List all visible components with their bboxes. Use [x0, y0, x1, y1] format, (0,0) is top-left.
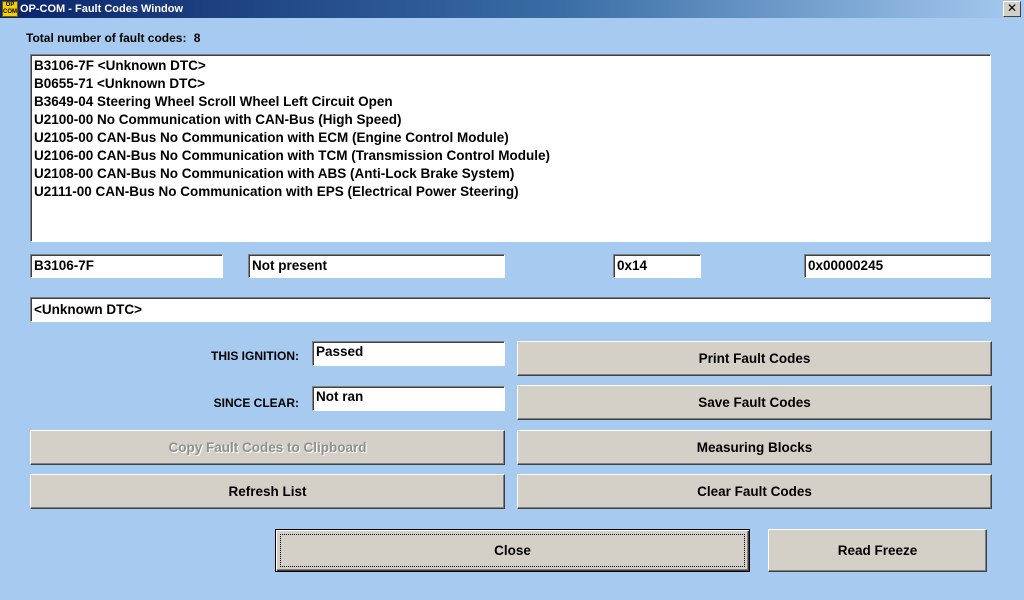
close-button[interactable]: Close — [275, 529, 750, 572]
total-fault-codes: Total number of fault codes: 8 — [26, 31, 200, 45]
list-item[interactable]: U2106-00 CAN-Bus No Communication with T… — [34, 147, 987, 165]
clear-fault-codes-button[interactable]: Clear Fault Codes — [517, 474, 992, 509]
this-ignition-label: THIS IGNITION: — [211, 349, 299, 363]
focus-ring — [280, 534, 745, 567]
description-field[interactable]: <Unknown DTC> — [30, 297, 991, 322]
print-fault-codes-label: Print Fault Codes — [698, 351, 811, 366]
this-ignition-field[interactable]: Passed — [312, 341, 505, 366]
list-item[interactable]: B0655-71 <Unknown DTC> — [34, 75, 987, 93]
hex-value-field[interactable]: 0x00000245 — [804, 254, 991, 278]
window-close-button[interactable]: ✕ — [1003, 1, 1021, 17]
status-field[interactable]: Not present — [248, 254, 505, 278]
total-fault-codes-count: 8 — [193, 31, 201, 45]
total-fault-codes-label: Total number of fault codes: — [26, 31, 187, 45]
list-item[interactable]: U2108-00 CAN-Bus No Communication with A… — [34, 165, 987, 183]
since-clear-label: SINCE CLEAR: — [213, 396, 299, 410]
since-clear-field[interactable]: Not ran — [312, 386, 505, 411]
measuring-blocks-button[interactable]: Measuring Blocks — [517, 430, 992, 465]
close-icon: ✕ — [1006, 1, 1018, 15]
print-fault-codes-button[interactable]: Print Fault Codes — [517, 341, 992, 376]
list-item[interactable]: B3106-7F <Unknown DTC> — [34, 57, 987, 75]
read-freeze-button[interactable]: Read Freeze — [768, 529, 987, 572]
refresh-list-label: Refresh List — [228, 484, 307, 499]
list-item[interactable]: U2100-00 No Communication with CAN-Bus (… — [34, 111, 987, 129]
clear-fault-codes-label: Clear Fault Codes — [697, 484, 812, 499]
window-title: OP-COM - Fault Codes Window — [20, 3, 184, 15]
fault-codes-list[interactable]: B3106-7F <Unknown DTC> B0655-71 <Unknown… — [30, 54, 991, 242]
save-fault-codes-button[interactable]: Save Fault Codes — [517, 385, 992, 420]
measuring-blocks-label: Measuring Blocks — [696, 440, 813, 455]
copy-to-clipboard-label: Copy Fault Codes to Clipboard — [168, 440, 367, 455]
byte-value-field[interactable]: 0x14 — [613, 254, 701, 278]
save-fault-codes-label: Save Fault Codes — [698, 395, 811, 410]
list-item[interactable]: U2105-00 CAN-Bus No Communication with E… — [34, 129, 987, 147]
list-item[interactable]: U2111-00 CAN-Bus No Communication with E… — [34, 183, 987, 201]
code-field[interactable]: B3106-7F — [30, 254, 223, 278]
title-bar: OP COM OP-COM - Fault Codes Window ✕ — [0, 0, 1024, 18]
refresh-list-button[interactable]: Refresh List — [30, 474, 505, 509]
read-freeze-label: Read Freeze — [837, 543, 918, 558]
copy-to-clipboard-button[interactable]: Copy Fault Codes to Clipboard — [30, 430, 505, 465]
list-item[interactable]: B3649-04 Steering Wheel Scroll Wheel Lef… — [34, 93, 987, 111]
app-icon: OP COM — [2, 1, 18, 17]
